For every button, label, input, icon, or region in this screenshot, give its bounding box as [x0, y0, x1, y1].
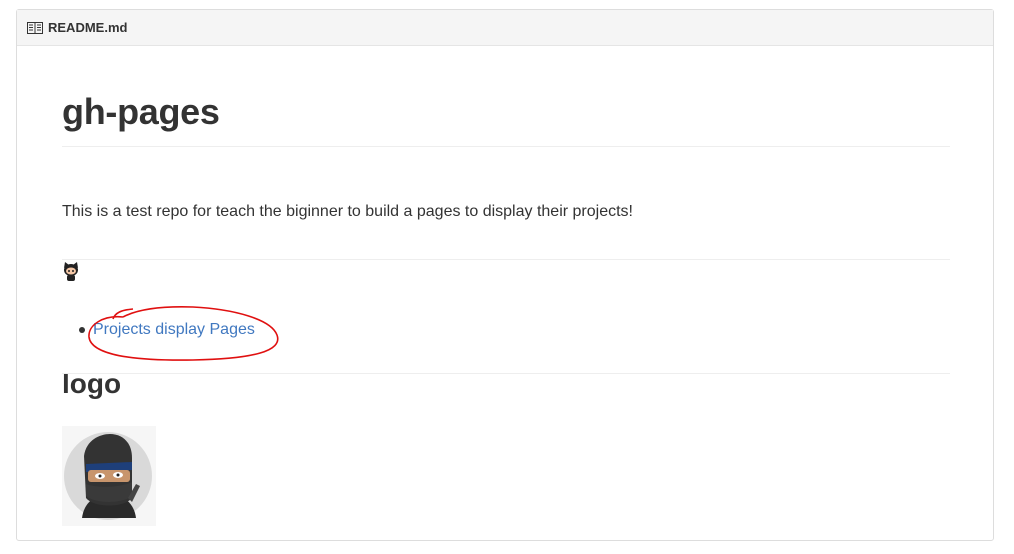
- intro-text: This is a test repo for teach the biginn…: [62, 203, 633, 220]
- readme-panel: README.md gh-pages This is a test repo f…: [16, 9, 994, 541]
- readme-filename: README.md: [48, 20, 128, 35]
- logo-divider: [62, 373, 950, 374]
- octocat-icon: [62, 262, 80, 287]
- readme-header: README.md: [17, 10, 993, 46]
- ninja-avatar-image: [62, 426, 156, 526]
- bullet-dot: [79, 327, 85, 333]
- projects-display-link[interactable]: Projects display Pages: [93, 319, 255, 341]
- page-title: gh-pages: [62, 91, 220, 132]
- book-icon: [27, 21, 43, 34]
- section-divider: [62, 259, 950, 260]
- list-item: Projects display Pages: [79, 319, 255, 341]
- title-divider: [62, 146, 950, 147]
- logo-heading: logo: [62, 368, 122, 399]
